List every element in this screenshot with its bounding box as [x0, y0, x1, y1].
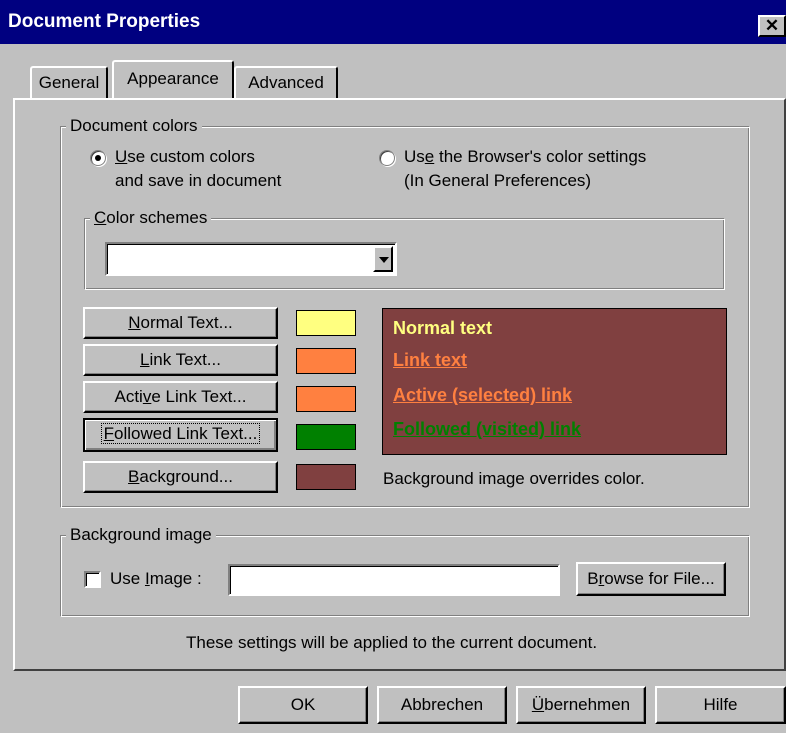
browse-for-file-button[interactable]: Browse for File...: [576, 562, 726, 596]
normal-text-button[interactable]: Normal Text...: [83, 307, 278, 339]
cancel-button[interactable]: Abbrechen: [377, 686, 507, 724]
use-image-checkbox[interactable]: [84, 571, 101, 588]
use-browser-colors-radio[interactable]: [379, 150, 395, 166]
link-text-color-swatch: [296, 348, 356, 374]
apply-button[interactable]: Übernehmen: [516, 686, 646, 724]
use-custom-colors-label[interactable]: Use custom colors: [115, 146, 255, 168]
use-custom-colors-label-line2: and save in document: [115, 171, 282, 190]
close-button[interactable]: ✕: [758, 15, 786, 37]
link-text-button[interactable]: Link Text...: [83, 344, 278, 376]
background-note: Background image overrides color.: [383, 469, 645, 488]
document-colors-legend: Document colors: [66, 116, 202, 136]
preview-normal-text: Normal text: [393, 318, 493, 338]
background-color-swatch: [296, 464, 356, 490]
preview-link-text: Link text: [393, 350, 468, 370]
color-schemes-dropdown[interactable]: [105, 242, 397, 276]
focus-ring: Followed Link Text...: [100, 423, 261, 444]
tab-general-label: General: [38, 73, 100, 92]
use-image-label[interactable]: Use Image :: [110, 568, 202, 590]
followed-link-text-button[interactable]: Followed Link Text...: [83, 418, 278, 452]
followed-link-color-swatch: [296, 424, 356, 450]
background-image-path-input[interactable]: [228, 564, 560, 596]
settings-info-text: These settings will be applied to the cu…: [186, 633, 598, 652]
tab-appearance-label: Appearance: [127, 69, 219, 88]
ok-button[interactable]: OK: [238, 686, 368, 724]
tab-advanced[interactable]: Advanced: [234, 66, 338, 98]
background-button[interactable]: Background...: [83, 461, 278, 493]
color-schemes-legend: Color schemes: [90, 208, 212, 228]
title-bar: Document Properties: [0, 0, 786, 44]
use-custom-colors-radio[interactable]: [90, 150, 106, 166]
color-preview: Normal text Link text Active (selected) …: [382, 308, 727, 455]
background-image-legend: Background image: [66, 525, 216, 545]
active-link-text-button[interactable]: Active Link Text...: [83, 381, 278, 413]
chevron-down-icon[interactable]: [373, 246, 393, 272]
use-browser-colors-label[interactable]: Use the Browser's color settings: [404, 146, 646, 168]
preview-followed-link: Followed (visited) link: [393, 419, 582, 439]
preview-active-link: Active (selected) link: [393, 385, 573, 405]
window-title: Document Properties: [8, 11, 201, 32]
radio-selected-dot: [95, 155, 101, 161]
close-icon: ✕: [764, 16, 780, 35]
tab-advanced-label: Advanced: [248, 73, 324, 92]
normal-text-color-swatch: [296, 310, 356, 336]
help-button[interactable]: Hilfe: [655, 686, 786, 724]
active-link-color-swatch: [296, 386, 356, 412]
tab-general[interactable]: General: [30, 66, 108, 98]
tab-appearance[interactable]: Appearance: [112, 60, 234, 98]
use-browser-colors-label-line2: (In General Preferences): [404, 171, 592, 190]
